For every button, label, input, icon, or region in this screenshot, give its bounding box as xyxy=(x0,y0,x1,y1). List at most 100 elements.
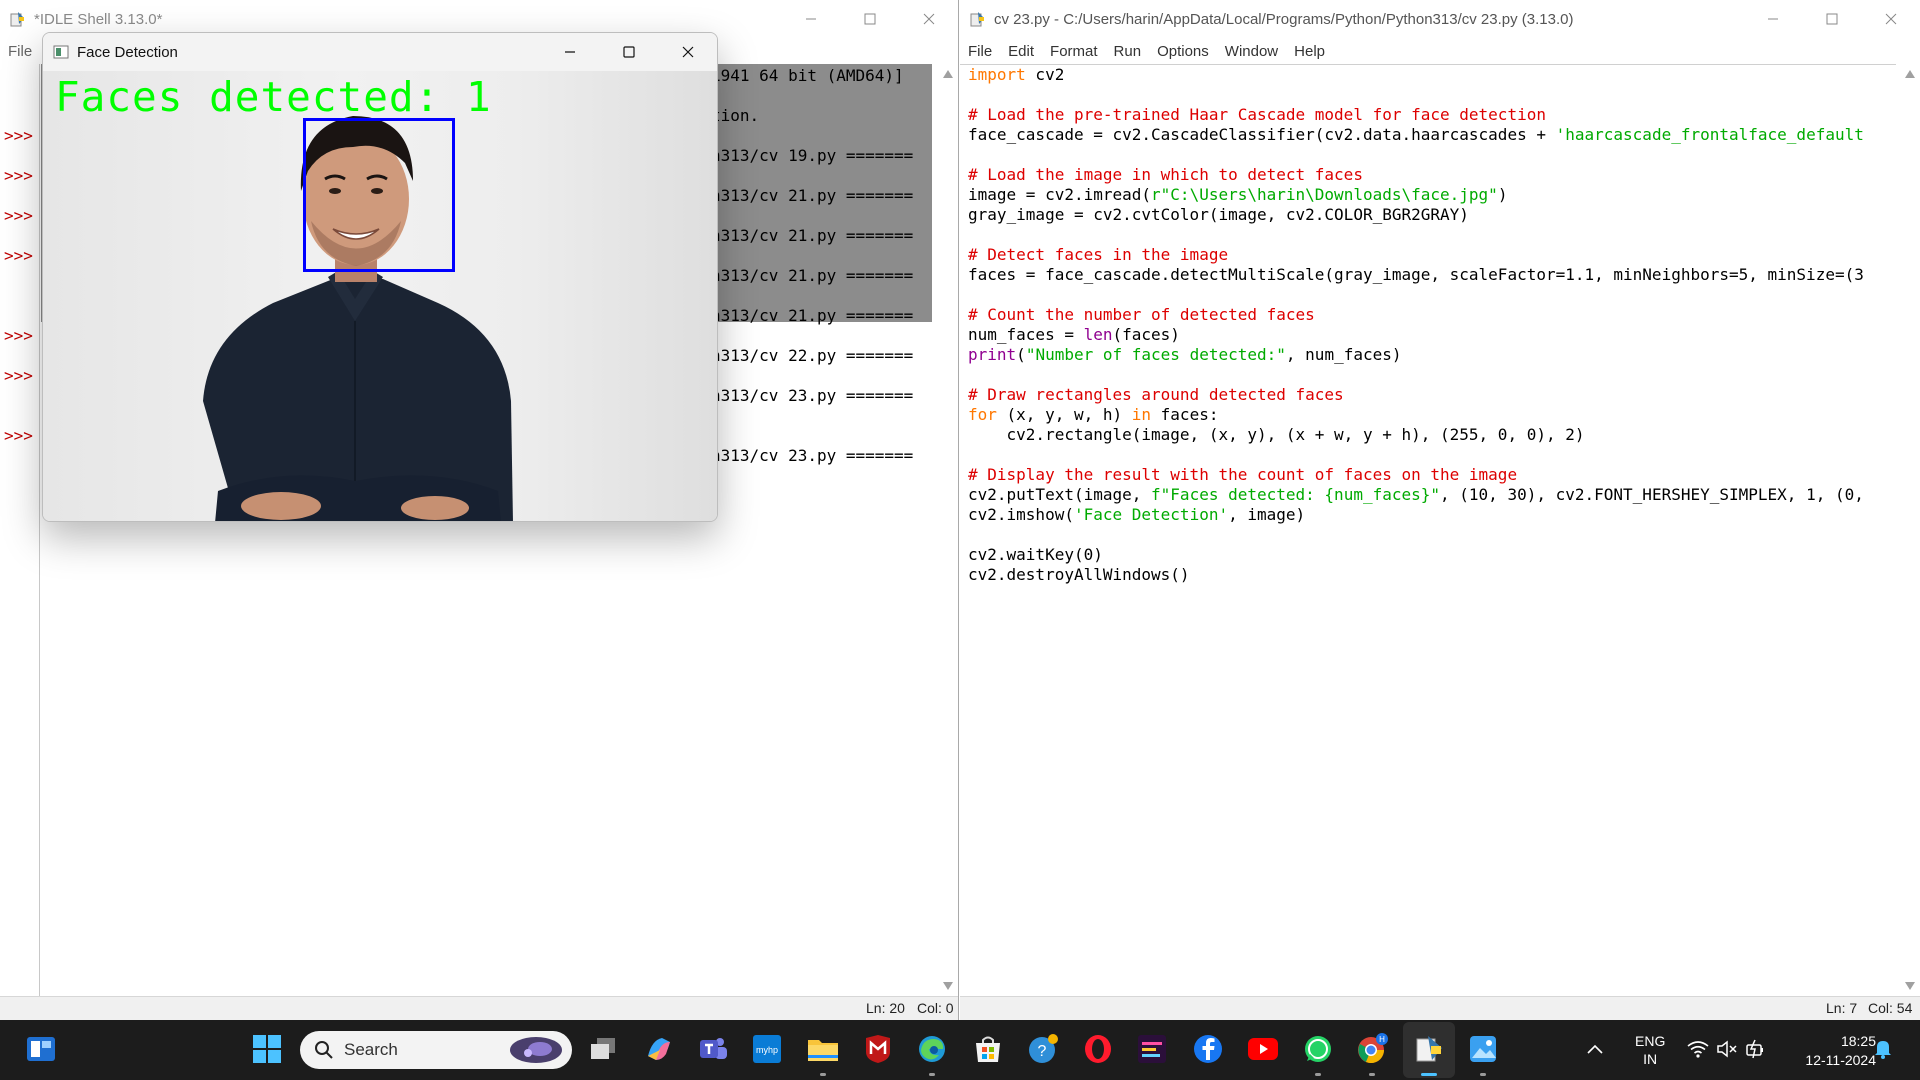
editor-titlebar[interactable]: cv 23.py - C:/Users/harin/AppData/Local/… xyxy=(960,0,1920,38)
running-indicator xyxy=(1315,1073,1321,1076)
code-line: gray_image = cv2.cvtColor(image, cv2.COL… xyxy=(968,205,1469,224)
opencv-window-icon xyxy=(53,44,69,60)
editor-title: cv 23.py - C:/Users/harin/AppData/Local/… xyxy=(994,10,1574,28)
code-line: cv2.rectangle(image, (x, y), (x + w, y +… xyxy=(968,425,1585,444)
idle-python-icon[interactable] xyxy=(1412,1032,1446,1066)
get-help-icon[interactable]: ? xyxy=(1026,1032,1060,1066)
shell-prompt: >>> xyxy=(4,426,33,445)
code-line: faces = face_cascade.detectMultiScale(gr… xyxy=(968,265,1864,284)
close-button[interactable] xyxy=(1861,0,1920,38)
status-col: Col: 0 xyxy=(917,1000,954,1016)
clock[interactable]: 18:25 12-11-2024 xyxy=(1780,1032,1876,1070)
editor-statusbar: Ln: 7 Col: 54 xyxy=(960,996,1920,1020)
running-indicator xyxy=(929,1073,935,1076)
file-explorer-icon[interactable] xyxy=(806,1032,840,1066)
code-line: face_cascade = cv2.CascadeClassifier(cv2… xyxy=(968,125,1864,144)
menu-run[interactable]: Run xyxy=(1106,43,1150,60)
show-hidden-icons-chevron-icon[interactable] xyxy=(1585,1032,1605,1066)
code-comment: # Display the result with the count of f… xyxy=(968,465,1518,484)
code-line: cv2.putText(image, f"Faces detected: {nu… xyxy=(968,485,1864,504)
taskbar-search-box[interactable]: Search xyxy=(300,1031,572,1069)
mcafee-icon[interactable] xyxy=(861,1032,895,1066)
search-label: Search xyxy=(344,1040,398,1059)
minimize-button[interactable] xyxy=(1743,0,1802,38)
code-line: cv2.waitKey(0) xyxy=(968,545,1103,564)
code-line: import cv2 xyxy=(968,65,1065,84)
facebook-icon[interactable] xyxy=(1191,1032,1225,1066)
notification-bell-icon[interactable] xyxy=(1870,1032,1896,1066)
scroll-up-arrow-icon[interactable] xyxy=(1905,70,1915,78)
code-line: num_faces = len(faces) xyxy=(968,325,1180,344)
active-indicator xyxy=(1421,1073,1437,1076)
code-line: image = cv2.imread(r"C:\Users\harin\Down… xyxy=(968,185,1508,204)
battery-charging-icon[interactable] xyxy=(1743,1032,1769,1066)
code-comment: # Draw rectangles around detected faces xyxy=(968,385,1344,404)
language-indicator[interactable]: ENG IN xyxy=(1635,1032,1665,1068)
editor-scrollbar[interactable] xyxy=(1902,64,1918,996)
python-icon xyxy=(10,11,26,27)
idle-editor-window: cv 23.py - C:/Users/harin/AppData/Local/… xyxy=(960,0,1920,1020)
shell-line: 1941 64 bit (AMD64)] xyxy=(711,66,904,85)
myhp-icon[interactable]: myhp xyxy=(750,1032,784,1066)
menu-window[interactable]: Window xyxy=(1217,43,1286,60)
menu-options[interactable]: Options xyxy=(1149,43,1217,60)
status-col: Col: 54 xyxy=(1868,1000,1913,1016)
task-view-icon[interactable] xyxy=(586,1032,620,1066)
menu-file[interactable]: File xyxy=(960,43,1000,60)
maximize-button[interactable] xyxy=(1802,0,1861,38)
menu-format[interactable]: Format xyxy=(1042,43,1106,60)
faces-detected-overlay: Faces detected: 1 xyxy=(55,73,492,121)
shell-line: h313/cv 21.py ======= xyxy=(711,266,914,285)
chrome-icon[interactable]: H xyxy=(1355,1032,1389,1066)
clock-date: 12-11-2024 xyxy=(1805,1052,1876,1068)
widgets-icon[interactable] xyxy=(24,1032,58,1066)
shell-line: h313/cv 19.py ======= xyxy=(711,146,914,165)
menu-help[interactable]: Help xyxy=(1286,43,1333,60)
shell-prompt: >>> xyxy=(4,326,33,345)
python-file-icon xyxy=(970,11,986,27)
speaker-muted-icon[interactable] xyxy=(1714,1032,1740,1066)
scroll-down-arrow-icon[interactable] xyxy=(943,982,953,990)
opera-icon[interactable] xyxy=(1081,1032,1115,1066)
minimize-button[interactable] xyxy=(781,0,840,38)
shell-prompt: >>> xyxy=(4,246,33,265)
teams-icon[interactable] xyxy=(696,1032,730,1066)
svg-text:?: ? xyxy=(1038,1043,1047,1060)
edge-icon[interactable] xyxy=(915,1032,949,1066)
code-line: cv2.destroyAllWindows() xyxy=(968,565,1190,584)
maximize-button[interactable] xyxy=(599,33,658,71)
running-indicator xyxy=(1480,1073,1486,1076)
shell-prompt: >>> xyxy=(4,366,33,385)
code-line: cv2.imshow('Face Detection', image) xyxy=(968,505,1306,524)
photos-icon[interactable] xyxy=(1466,1032,1500,1066)
scroll-down-arrow-icon[interactable] xyxy=(1905,982,1915,990)
face-window-titlebar[interactable]: Face Detection xyxy=(43,33,717,71)
svg-text:myhp: myhp xyxy=(756,1045,778,1055)
minimize-button[interactable] xyxy=(540,33,599,71)
youtube-icon[interactable] xyxy=(1246,1032,1280,1066)
start-windows-icon[interactable] xyxy=(250,1032,284,1066)
microsoft-store-icon[interactable] xyxy=(971,1032,1005,1066)
copilot-icon[interactable] xyxy=(642,1032,676,1066)
code-line: for (x, y, w, h) in faces: xyxy=(968,405,1219,424)
code-comment: # Count the number of detected faces xyxy=(968,305,1315,324)
shell-prompt: >>> xyxy=(4,126,33,145)
running-indicator xyxy=(820,1073,826,1076)
shell-line: h313/cv 21.py ======= xyxy=(711,186,914,205)
shell-line: h313/cv 21.py ======= xyxy=(711,226,914,245)
wifi-icon[interactable] xyxy=(1685,1032,1711,1066)
code-comment: # Load the image in which to detect face… xyxy=(968,165,1363,184)
scroll-up-arrow-icon[interactable] xyxy=(943,70,953,78)
shell-prompt: >>> xyxy=(4,166,33,185)
close-button[interactable] xyxy=(658,33,717,71)
search-icon xyxy=(314,1040,334,1060)
close-button[interactable] xyxy=(899,0,958,38)
codeblocks-ide-icon[interactable] xyxy=(1135,1032,1169,1066)
maximize-button[interactable] xyxy=(840,0,899,38)
code-editor[interactable]: import cv2 # Load the pre-trained Haar C… xyxy=(960,64,1896,996)
menu-edit[interactable]: Edit xyxy=(1000,43,1042,60)
search-highlight-image-icon xyxy=(508,1035,564,1065)
whatsapp-icon[interactable] xyxy=(1301,1032,1335,1066)
menu-file[interactable]: File xyxy=(0,43,40,60)
shell-scrollbar[interactable] xyxy=(940,64,956,996)
